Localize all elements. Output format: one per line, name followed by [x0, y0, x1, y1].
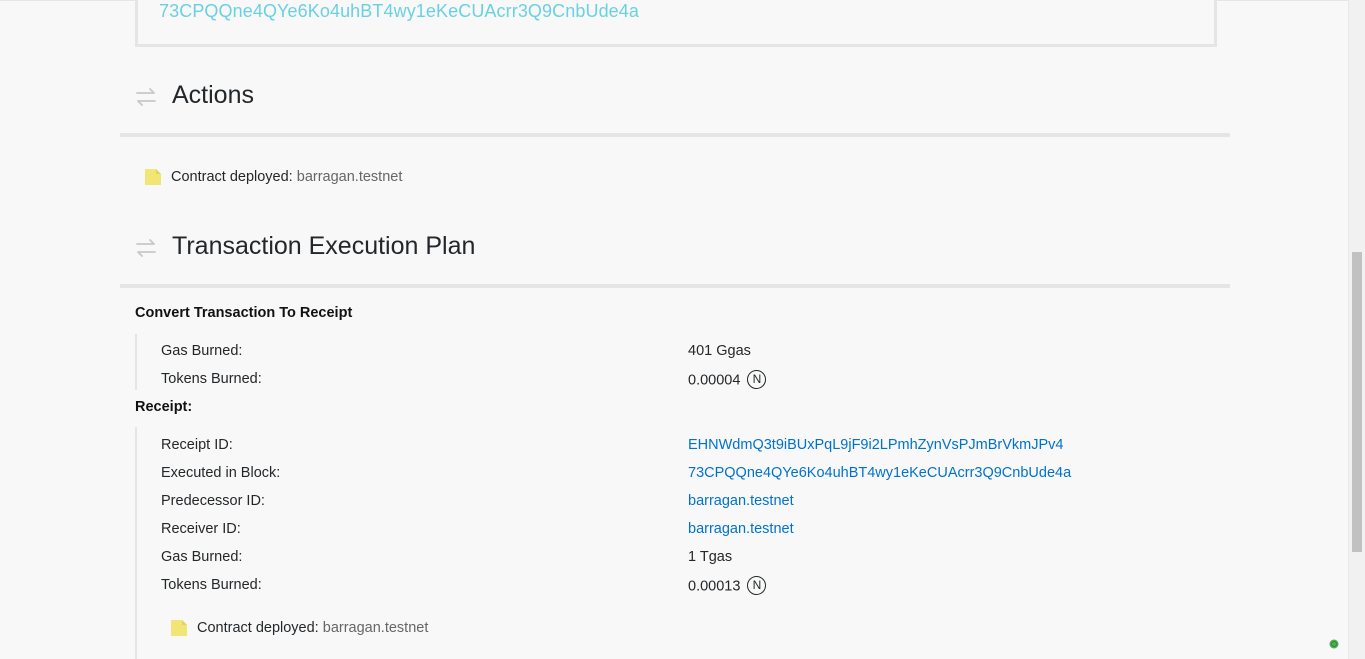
receipt-action-value: barragan.testnet	[322, 620, 429, 636]
receipt-tokens-burned-label: Tokens Burned:	[161, 577, 262, 593]
scrollbar-thumb[interactable]	[1352, 252, 1362, 552]
actions-title: Actions	[172, 81, 254, 109]
convert-tokens-burned-label: Tokens Burned:	[161, 371, 262, 387]
actions-divider	[120, 133, 1230, 137]
execution-plan-divider	[120, 284, 1230, 288]
action-label: Contract deployed:	[171, 169, 293, 185]
receipt-id-link[interactable]: EHNWdmQ3t9iBUxPqL9jF9i2LPmhZynVsPJmBrVkm…	[688, 437, 1064, 453]
convert-tokens-amount: 0.00004	[688, 372, 741, 389]
receiver-link[interactable]: barragan.testnet	[688, 521, 794, 537]
receipt-gas-burned-value: 1 Tgas	[688, 549, 733, 565]
transfer-arrows-icon	[136, 88, 156, 106]
block-hash-link[interactable]: 73CPQQne4QYe6Ko4uhBT4wy1eKeCUAcrr3Q9CnbU…	[159, 1, 639, 22]
receiver-label: Receiver ID:	[161, 521, 241, 537]
receipt-group-line	[135, 427, 137, 659]
predecessor-link[interactable]: barragan.testnet	[688, 493, 794, 509]
convert-gas-burned-label: Gas Burned:	[161, 343, 243, 359]
near-currency-icon: N	[747, 370, 767, 389]
convert-group-line	[135, 334, 137, 390]
receipt-heading: Receipt:	[135, 399, 193, 415]
vertical-scrollbar[interactable]	[1348, 0, 1365, 659]
predecessor-label: Predecessor ID:	[161, 493, 265, 509]
receipt-tokens-amount: 0.00013	[688, 578, 741, 595]
convert-tokens-burned-value: 0.00004 N	[688, 370, 767, 390]
document-icon	[171, 620, 187, 636]
receipt-tokens-burned-value: 0.00013 N	[688, 576, 767, 596]
receipt-gas-burned-label: Gas Burned:	[161, 549, 243, 565]
actions-header: Actions	[120, 78, 1230, 122]
receipt-id-label: Receipt ID:	[161, 437, 233, 453]
action-value: barragan.testnet	[296, 169, 403, 185]
execution-plan-title: Transaction Execution Plan	[172, 232, 476, 260]
status-dot-icon	[1329, 639, 1339, 649]
executed-block-link[interactable]: 73CPQQne4QYe6Ko4uhBT4wy1eKeCUAcrr3Q9CnbU…	[688, 465, 1071, 481]
document-icon	[145, 169, 161, 185]
page: 73CPQQne4QYe6Ko4uhBT4wy1eKeCUAcrr3Q9CnbU…	[0, 0, 1365, 659]
transfer-arrows-icon	[136, 239, 156, 257]
receipt-action-label: Contract deployed:	[197, 620, 319, 636]
convert-gas-burned-value: 401 Ggas	[688, 343, 751, 359]
near-currency-icon: N	[747, 576, 767, 595]
execution-plan-header: Transaction Execution Plan	[120, 229, 1230, 273]
executed-block-label: Executed in Block:	[161, 465, 281, 481]
convert-heading: Convert Transaction To Receipt	[135, 305, 353, 321]
